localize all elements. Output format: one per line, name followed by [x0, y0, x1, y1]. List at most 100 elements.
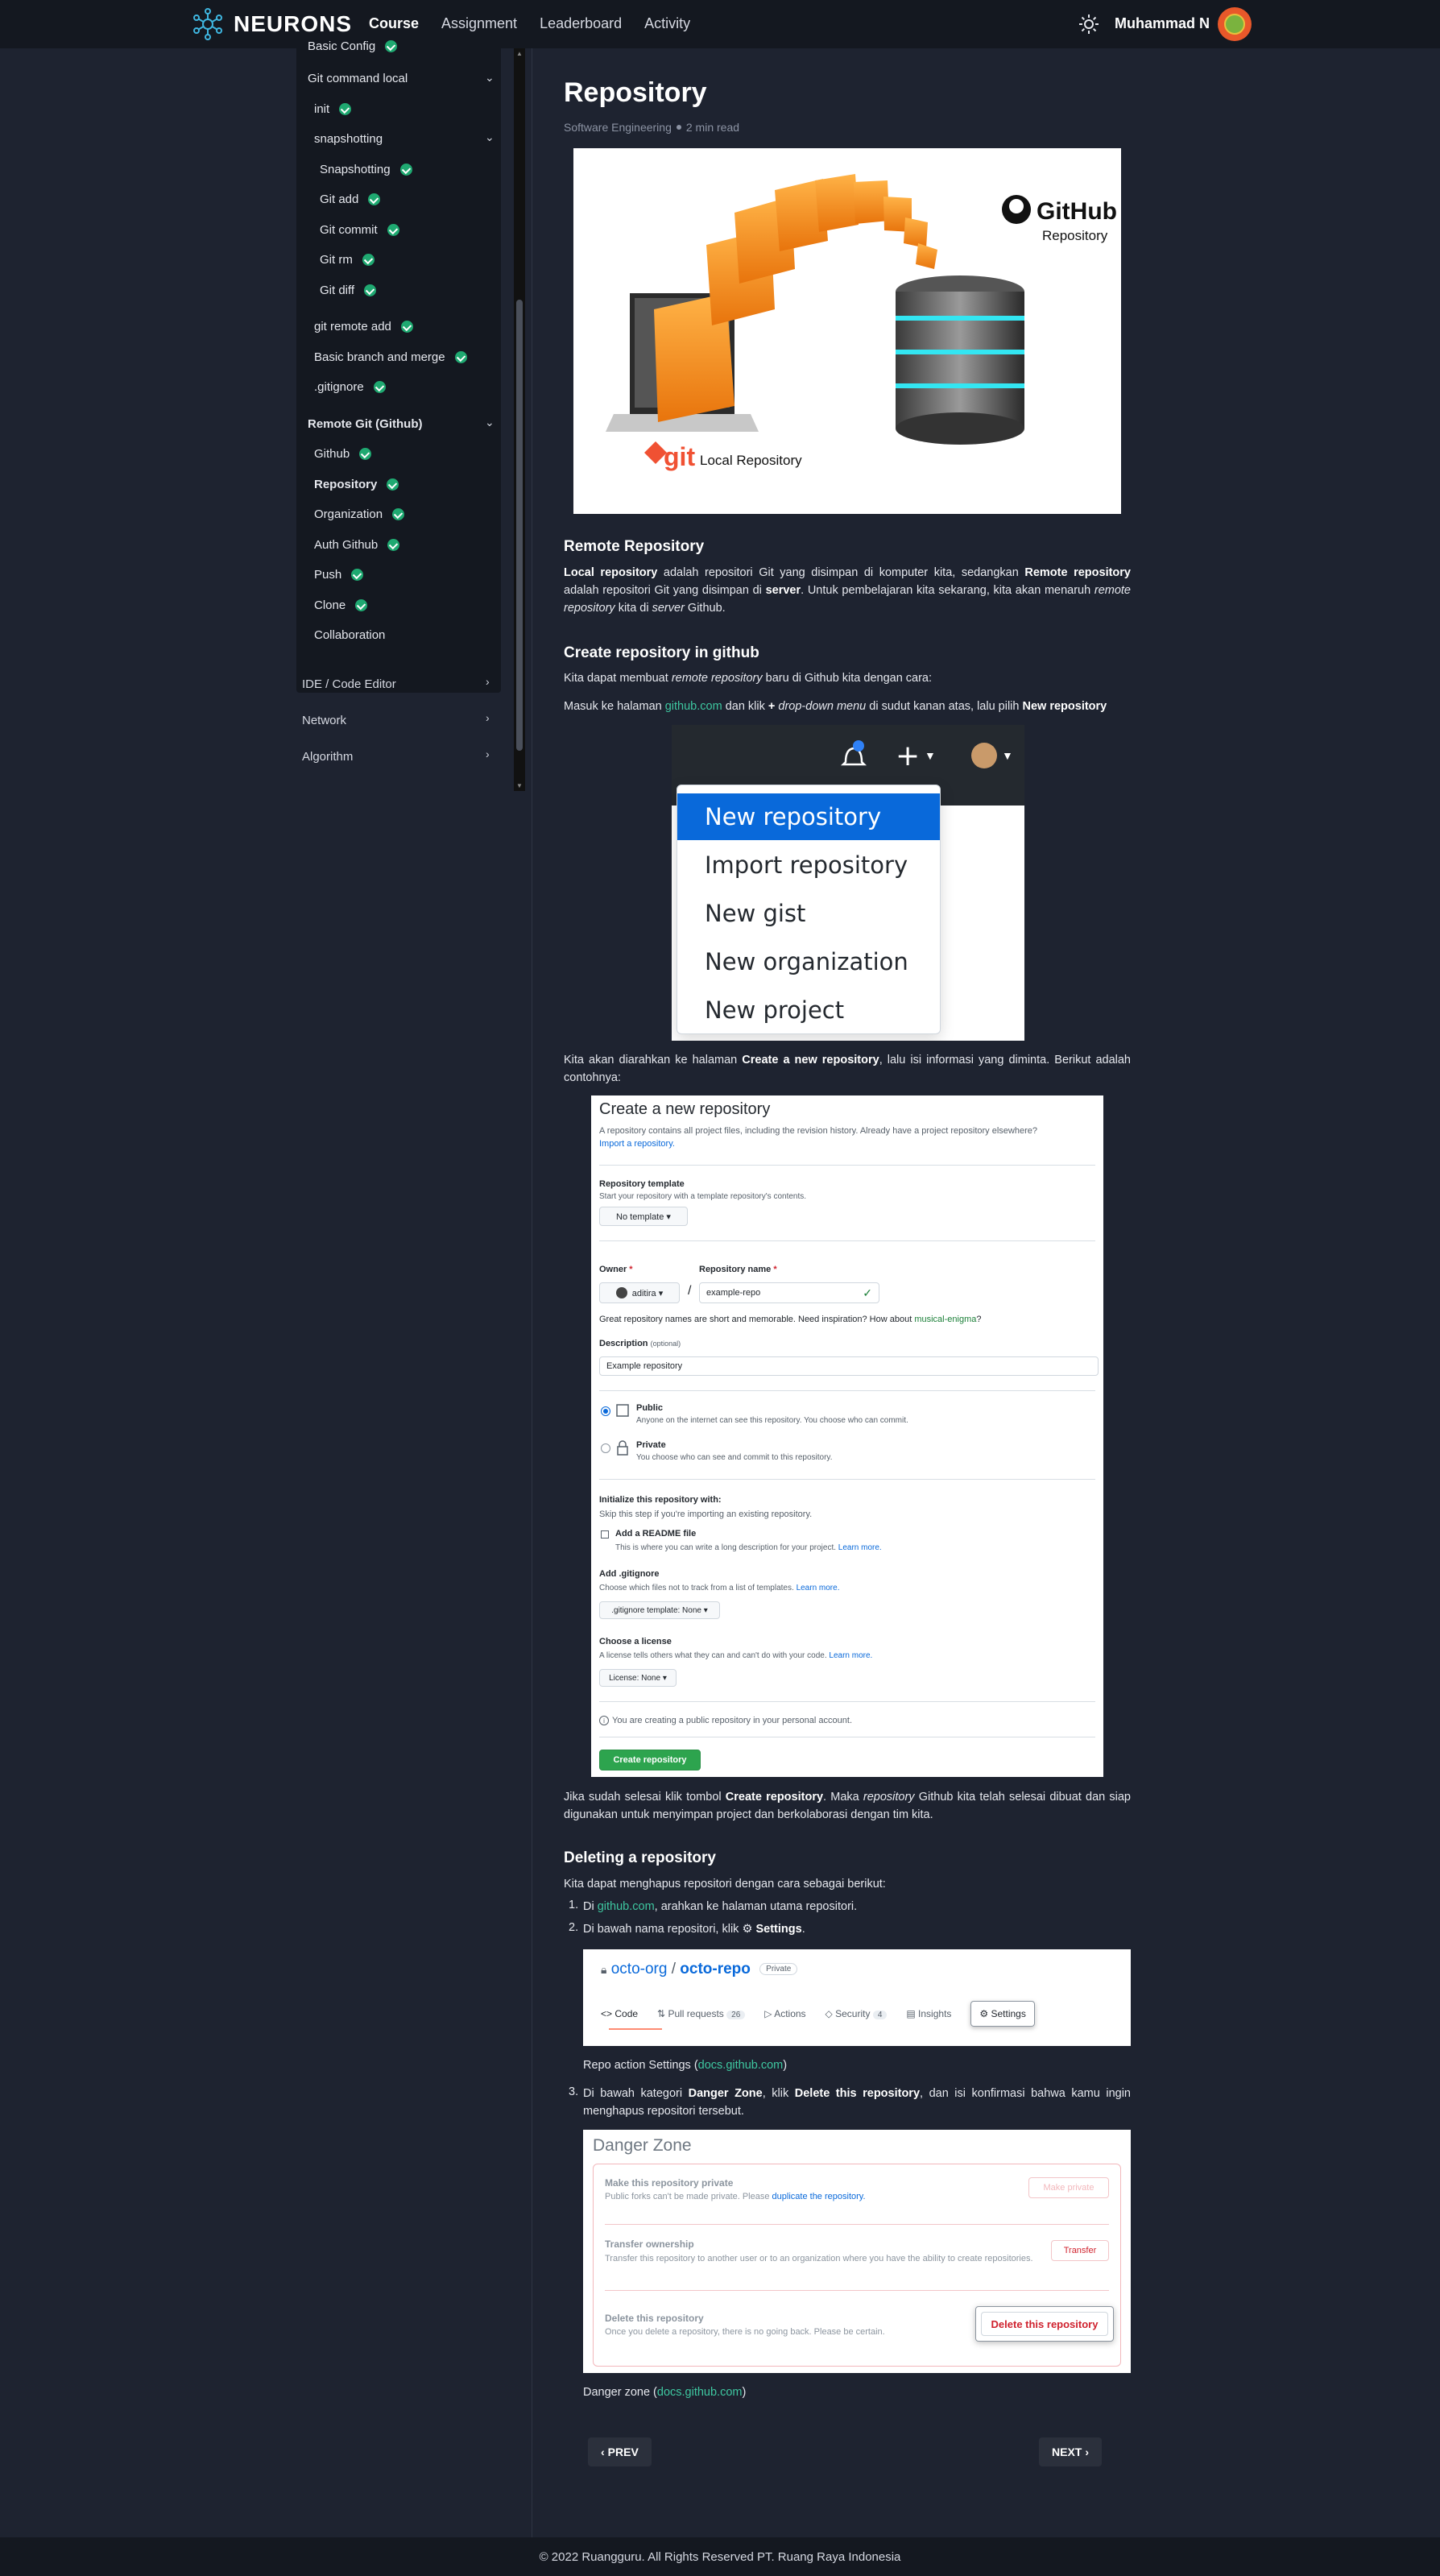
sidebar-item-label: Clone	[314, 598, 346, 612]
nav-course[interactable]: Course	[369, 15, 419, 32]
private-radio[interactable]	[601, 1443, 610, 1453]
repo-name-input[interactable]: example-repo ✓	[699, 1282, 879, 1303]
hero-illustration: GitHub Repository git Local Repository	[573, 148, 1121, 514]
docs-link[interactable]: docs.github.com	[657, 2386, 743, 2399]
check-icon	[387, 223, 399, 236]
check-icon	[373, 380, 386, 393]
sidebar-item-github[interactable]: Github	[314, 441, 372, 466]
sidebar-item-init[interactable]: init	[314, 97, 352, 121]
owner-select[interactable]: aditira ▾	[599, 1282, 680, 1303]
avatar	[615, 1287, 627, 1298]
license-help: A license tells others what they can and…	[599, 1651, 873, 1660]
scrollbar-thumb[interactable]	[516, 300, 523, 751]
sidebar-item-gitignore[interactable]: .gitignore	[314, 375, 386, 399]
create-repository-button[interactable]: Create repository	[599, 1750, 701, 1770]
avatar-face-icon	[1224, 14, 1245, 35]
template-select[interactable]: No template ▾	[599, 1207, 688, 1226]
sidebar-item-collaboration[interactable]: Collaboration	[314, 623, 385, 647]
nav-assignment[interactable]: Assignment	[441, 15, 517, 32]
sidebar-item-label: snapshotting	[314, 131, 383, 146]
delete-repository-button[interactable]: Delete this repository	[981, 2312, 1108, 2336]
readme-checkbox[interactable]	[601, 1530, 609, 1539]
sidebar-item-label: Collaboration	[314, 627, 386, 642]
transfer-button[interactable]: Transfer	[1051, 2240, 1109, 2261]
caret-down-icon: ▼	[925, 749, 936, 762]
public-radio[interactable]	[601, 1406, 610, 1416]
check-icon: ✓	[863, 1286, 872, 1299]
prev-button[interactable]: ‹ PREV	[588, 2437, 652, 2466]
chevron-right-icon[interactable]: ›	[486, 675, 490, 688]
github-link[interactable]: github.com	[598, 1900, 655, 1913]
chevron-down-icon[interactable]: ⌄	[485, 71, 494, 85]
sidebar-group-network[interactable]: Network	[302, 708, 346, 732]
menu-item-new-project[interactable]: New project	[677, 987, 940, 1033]
avatar[interactable]	[1218, 7, 1252, 41]
check-icon	[454, 350, 467, 363]
sidebar-item-git-rm[interactable]: Git rm	[320, 247, 374, 271]
license-select[interactable]: License: None ▾	[599, 1669, 677, 1687]
sidebar-item-auth-github[interactable]: Auth Github	[314, 532, 400, 557]
sidebar-group-remote-git[interactable]: Remote Git (Github)	[308, 412, 423, 436]
menu-item-new-repository[interactable]: New repository	[677, 793, 940, 840]
step-number: 2.	[569, 1921, 579, 1934]
sidebar-group-snapshotting[interactable]: snapshotting	[314, 126, 383, 151]
gitignore-label: Add .gitignore	[599, 1569, 660, 1579]
sidebar-item-basic-branch[interactable]: Basic branch and merge	[314, 345, 467, 369]
docs-link[interactable]: docs.github.com	[698, 2059, 784, 2072]
make-private-button[interactable]: Make private	[1028, 2177, 1109, 2198]
tab-security[interactable]: ◇ Security 4	[826, 2008, 888, 2019]
sidebar-item-organization[interactable]: Organization	[314, 502, 405, 526]
chevron-down-icon[interactable]: ⌄	[485, 416, 494, 429]
sidebar-item-clone[interactable]: Clone	[314, 593, 368, 617]
sidebar-item-snapshotting[interactable]: Snapshotting	[320, 157, 412, 181]
sidebar-item-label: Github	[314, 446, 350, 461]
delete-button-frame: Delete this repository	[975, 2306, 1114, 2342]
danger-box: Make this repository private Public fork…	[593, 2164, 1121, 2367]
sidebar-item-label: init	[314, 101, 330, 116]
menu-item-import-repository[interactable]: Import repository	[677, 842, 940, 888]
sidebar-item-push[interactable]: Push	[314, 562, 364, 586]
sidebar-item-git-add[interactable]: Git add	[320, 187, 381, 211]
tab-actions[interactable]: ▷ Actions	[764, 2008, 805, 2019]
nav-activity[interactable]: Activity	[644, 15, 690, 32]
sidebar-item-label: .gitignore	[314, 379, 364, 394]
form-title: Create a new repository	[599, 1100, 771, 1118]
sidebar-item-label: Repository	[314, 477, 378, 491]
tab-settings[interactable]: ⚙ Settings	[970, 2001, 1035, 2027]
scroll-up-icon[interactable]: ▲	[516, 50, 523, 57]
description-input[interactable]: Example repository	[599, 1356, 1099, 1376]
gitignore-help: Choose which files not to track from a l…	[599, 1584, 840, 1592]
import-link[interactable]: Import a repository.	[599, 1139, 675, 1149]
sun-icon[interactable]	[1078, 13, 1100, 35]
user-name[interactable]: Muhammad N	[1115, 15, 1210, 32]
sidebar-item-git-commit[interactable]: Git commit	[320, 217, 399, 242]
menu-item-new-organization[interactable]: New organization	[677, 938, 940, 985]
step-number: 3.	[569, 2085, 579, 2098]
check-icon	[362, 253, 374, 266]
sidebar-scrollbar[interactable]: ▲ ▼	[514, 48, 525, 791]
sidebar-group-ide[interactable]: IDE / Code Editor	[302, 672, 396, 696]
sidebar-item-git-remote-add[interactable]: git remote add	[314, 314, 413, 338]
read-time: 2 min read	[685, 121, 740, 134]
chevron-right-icon[interactable]: ›	[486, 711, 490, 724]
tab-insights[interactable]: ▤ Insights	[906, 2008, 951, 2019]
paragraph: Masuk ke halaman github.com dan klik + d…	[564, 700, 1107, 713]
sidebar-group-algorithm[interactable]: Algorithm	[302, 744, 353, 768]
chevron-down-icon[interactable]: ⌄	[485, 130, 494, 144]
next-button[interactable]: NEXT ›	[1039, 2437, 1103, 2466]
readme-help: This is where you can write a long descr…	[615, 1543, 882, 1552]
gitignore-select[interactable]: .gitignore template: None ▾	[599, 1601, 720, 1619]
chevron-right-icon[interactable]: ›	[486, 748, 490, 760]
sidebar-item-git-diff[interactable]: Git diff	[320, 278, 377, 302]
sidebar-item-repository[interactable]: Repository	[314, 472, 399, 496]
divider	[599, 1390, 1095, 1391]
tab-pull-requests[interactable]: ⇅ Pull requests 26	[657, 2008, 746, 2019]
sidebar-group-git-local[interactable]: Git command local	[308, 66, 408, 90]
readme-label: Add a README file	[615, 1529, 697, 1539]
github-link[interactable]: github.com	[665, 700, 722, 713]
sidebar-item-basic-config[interactable]: Basic Config	[308, 37, 398, 61]
scroll-down-icon[interactable]: ▼	[516, 782, 523, 789]
menu-item-new-gist[interactable]: New gist	[677, 890, 940, 937]
tab-code[interactable]: <> Code	[601, 2008, 638, 2019]
nav-leaderboard[interactable]: Leaderboard	[540, 15, 622, 32]
